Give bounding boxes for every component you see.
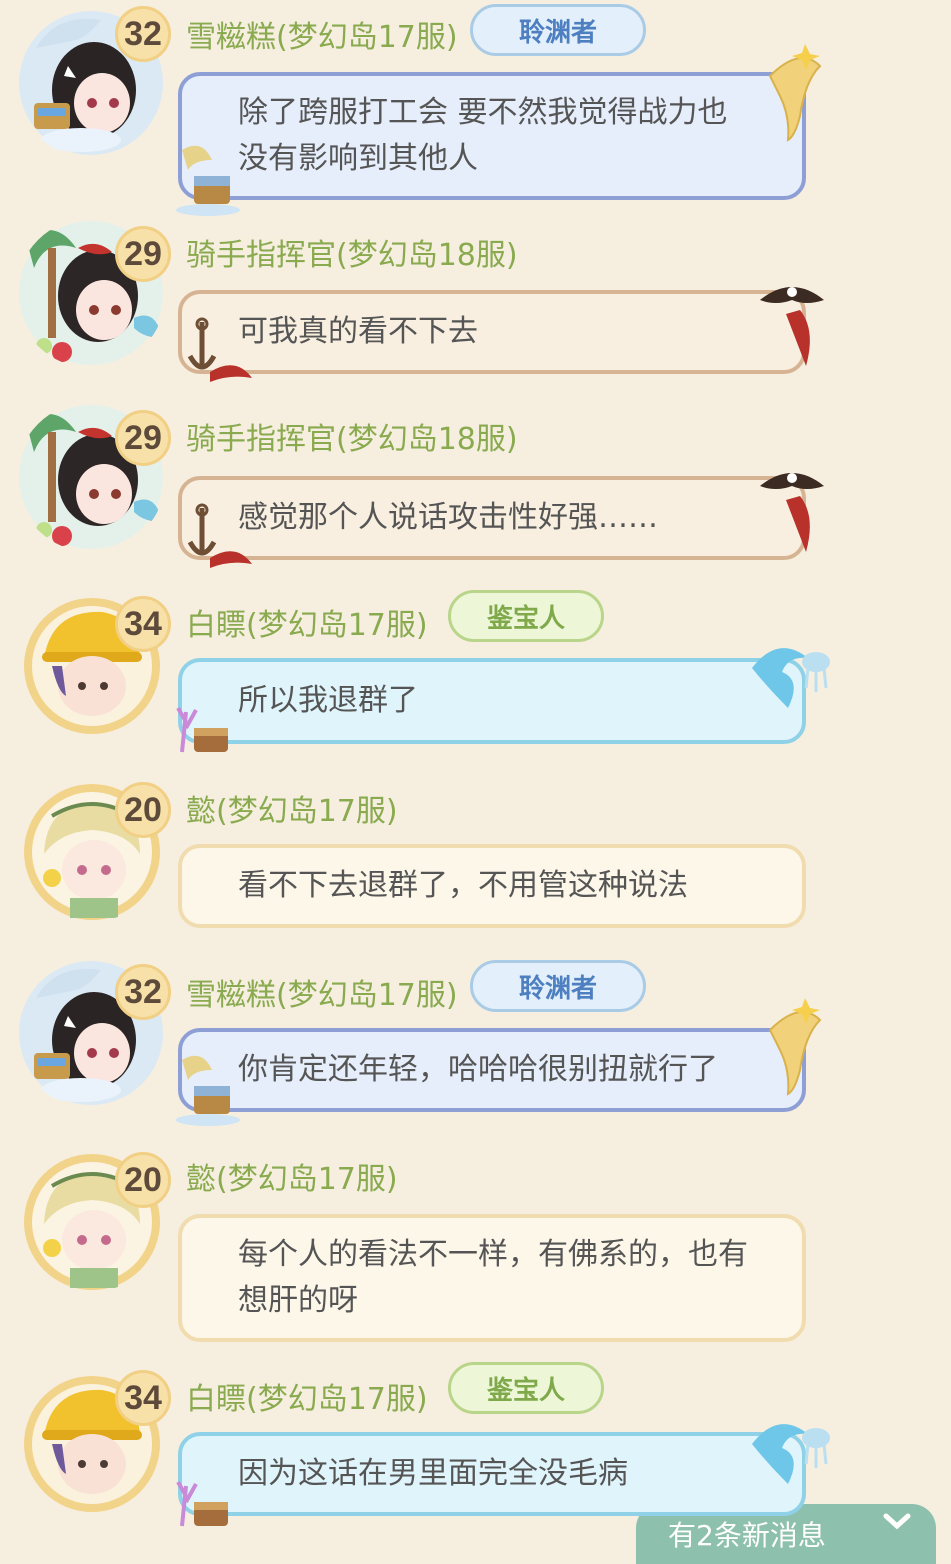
message-text-line: 想肝的呀 bbox=[238, 1283, 358, 1318]
level-badge: 20 bbox=[115, 1152, 171, 1208]
message-text-line: 除了跨服打工会 要不然我觉得战力也 bbox=[238, 95, 728, 130]
title-badge: 鉴宝人 bbox=[448, 1362, 604, 1414]
anchor-icon bbox=[187, 503, 252, 568]
message-text-line: 每个人的看法不一样，有佛系的，也有 bbox=[238, 1237, 748, 1272]
message-bubble[interactable]: 除了跨服打工会 要不然我觉得战力也 没有影响到其他人 bbox=[178, 72, 806, 200]
title-badge: 聆渊者 bbox=[470, 4, 646, 56]
level-badge: 32 bbox=[115, 964, 171, 1020]
sender-name[interactable]: 雪糍糕(梦幻岛17服) bbox=[186, 970, 458, 1014]
level-badge: 34 bbox=[115, 596, 171, 652]
message-bubble[interactable]: 感觉那个人说话攻击性好强…… bbox=[178, 476, 806, 560]
treasure-chest-icon bbox=[176, 145, 240, 216]
message-text-line: 因为这话在男里面完全没毛病 bbox=[238, 1456, 628, 1491]
coral-chest-icon bbox=[176, 1481, 228, 1527]
level-badge: 20 bbox=[115, 782, 171, 838]
level-badge: 34 bbox=[115, 1370, 171, 1426]
sender-name[interactable]: 骑手指挥官(梦幻岛18服) bbox=[186, 230, 518, 274]
message-bubble[interactable]: 可我真的看不下去 bbox=[178, 290, 806, 374]
treasure-chest-icon bbox=[176, 1055, 240, 1126]
level-badge: 29 bbox=[115, 410, 171, 466]
chat-message: 29 骑手指挥官(梦幻岛18服) 感觉那个人说话攻击性好强…… bbox=[0, 396, 951, 576]
message-text-line: 没有影响到其他人 bbox=[238, 141, 478, 176]
whale-decoration-icon bbox=[768, 44, 822, 142]
pirate-hat-icon bbox=[760, 473, 824, 552]
sender-name[interactable]: 雪糍糕(梦幻岛17服) bbox=[186, 12, 458, 56]
message-text-line: 可我真的看不下去 bbox=[238, 314, 478, 349]
message-text-line: 看不下去退群了，不用管这种说法 bbox=[238, 868, 688, 903]
chat-message: 32 雪糍糕(梦幻岛17服) 聆渊者 你肯定还年轻，哈哈哈很别扭就行了 bbox=[0, 954, 951, 1126]
pirate-hat-icon bbox=[760, 287, 824, 366]
message-text-line: 所以我退群了 bbox=[238, 683, 418, 718]
message-bubble[interactable]: 每个人的看法不一样，有佛系的，也有 想肝的呀 bbox=[178, 1214, 806, 1342]
anchor-icon bbox=[187, 317, 252, 382]
message-bubble[interactable]: 你肯定还年轻，哈哈哈很别扭就行了 bbox=[178, 1028, 806, 1112]
level-badge: 29 bbox=[115, 226, 171, 282]
new-messages-label: 有2条新消息 bbox=[668, 1519, 826, 1552]
chat-message: 34 白瞟(梦幻岛17服) 鉴宝人 所以我退群了 bbox=[0, 582, 951, 762]
sender-name[interactable]: 白瞟(梦幻岛17服) bbox=[186, 1374, 428, 1418]
sender-name[interactable]: 骑手指挥官(梦幻岛18服) bbox=[186, 414, 518, 458]
sender-name[interactable]: 懿(梦幻岛17服) bbox=[186, 786, 398, 830]
wave-jellyfish-icon bbox=[752, 648, 830, 708]
message-bubble[interactable]: 因为这话在男里面完全没毛病 bbox=[178, 1432, 806, 1516]
chat-message: 29 骑手指挥官(梦幻岛18服) 可我真的看不下去 bbox=[0, 212, 951, 392]
title-badge: 鉴宝人 bbox=[448, 590, 604, 642]
chat-message: 20 懿(梦幻岛17服) 看不下去退群了，不用管这种说法 bbox=[0, 768, 951, 948]
message-text-line: 感觉那个人说话攻击性好强…… bbox=[238, 500, 658, 535]
sender-name[interactable]: 白瞟(梦幻岛17服) bbox=[186, 600, 428, 644]
whale-decoration-icon bbox=[768, 998, 822, 1096]
chat-message: 32 雪糍糕(梦幻岛17服) 聆渊者 除了跨服打工会 要不然我觉得战力也 没有影… bbox=[0, 0, 951, 216]
message-bubble[interactable]: 看不下去退群了，不用管这种说法 bbox=[178, 844, 806, 928]
message-text-line: 你肯定还年轻，哈哈哈很别扭就行了 bbox=[238, 1052, 718, 1087]
title-badge: 聆渊者 bbox=[470, 960, 646, 1012]
level-badge: 32 bbox=[115, 6, 171, 62]
sender-name[interactable]: 懿(梦幻岛17服) bbox=[186, 1154, 398, 1198]
chat-message: 20 懿(梦幻岛17服) 每个人的看法不一样，有佛系的，也有 想肝的呀 bbox=[0, 1138, 951, 1352]
coral-chest-icon bbox=[176, 707, 228, 753]
chevron-down-icon bbox=[883, 1513, 911, 1530]
message-bubble[interactable]: 所以我退群了 bbox=[178, 658, 806, 744]
wave-jellyfish-icon bbox=[752, 1424, 830, 1484]
